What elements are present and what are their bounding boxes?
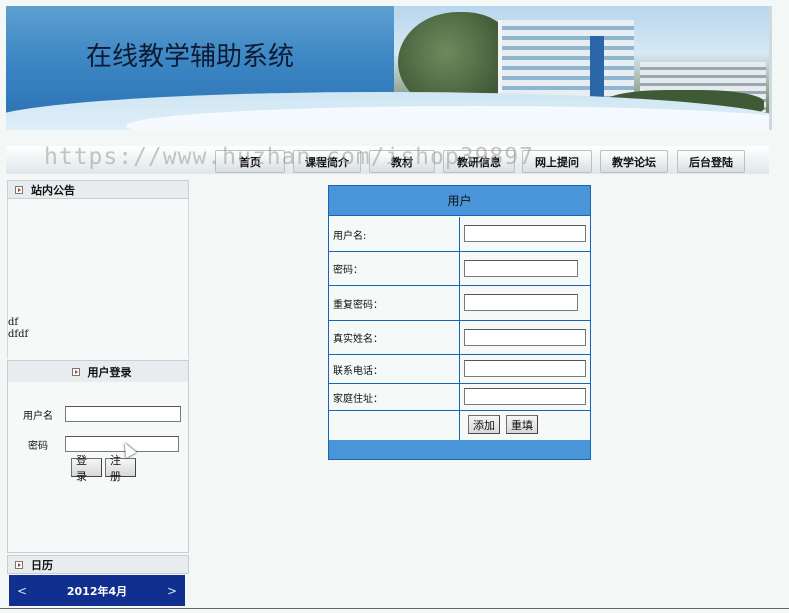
username-field-label: 用户名:	[329, 217, 460, 251]
notice-heading: 站内公告	[31, 183, 75, 197]
form-row-actions: 添加 重填	[329, 411, 590, 440]
form-footer	[329, 440, 590, 459]
calendar-header: 日历	[7, 555, 189, 574]
calendar-heading: 日历	[31, 558, 53, 572]
username-field[interactable]	[464, 225, 586, 242]
notice-header: 站内公告	[7, 180, 189, 199]
form-row-real-name: 真实姓名：	[329, 321, 590, 355]
login-heading: 用户登录	[87, 365, 132, 379]
next-month-button[interactable]: >	[167, 584, 177, 598]
username-input[interactable]	[65, 406, 181, 422]
username-label: 用户名	[23, 411, 53, 422]
arrow-bullet-icon	[15, 560, 23, 569]
address-field-label: 家庭住址：	[329, 384, 460, 410]
form-row-repeat-password: 重复密码：	[329, 286, 590, 321]
repeat-password-field[interactable]	[464, 294, 578, 311]
notice-item[interactable]: dfdf	[8, 329, 28, 340]
prev-month-button[interactable]: <	[17, 584, 27, 598]
notice-list: df dfdf	[7, 199, 189, 359]
notice-item[interactable]: df	[8, 317, 18, 328]
calendar-month-bar: < 2012年4月 >	[9, 575, 185, 606]
form-row-phone: 联系电话：	[329, 355, 590, 384]
user-form: 用户 用户名: 密码： 重复密码： 真实姓名： 联系电话： 家庭住址： 添加 重…	[328, 185, 591, 460]
arrow-bullet-icon	[15, 185, 23, 194]
login-button[interactable]: 登录	[71, 454, 102, 483]
site-title: 在线教学辅助系统	[86, 42, 295, 72]
add-button[interactable]: 添加	[468, 415, 500, 434]
real-name-field[interactable]	[464, 329, 586, 346]
arrow-bullet-icon	[71, 367, 80, 376]
register-button[interactable]: 注册	[105, 454, 136, 483]
password-field[interactable]	[464, 260, 578, 277]
form-row-username: 用户名:	[329, 217, 590, 252]
form-title: 用户	[329, 186, 590, 216]
login-header: 用户登录	[8, 361, 188, 382]
form-row-address: 家庭住址：	[329, 384, 590, 411]
phone-field[interactable]	[464, 360, 586, 377]
login-panel: 用户登录 用户名 密码 登录 注册	[7, 360, 189, 553]
calendar-month: 2012年4月	[66, 584, 128, 598]
real-name-field-label: 真实姓名：	[329, 321, 460, 354]
reset-button[interactable]: 重填	[506, 415, 538, 434]
password-label: 密码	[28, 441, 48, 452]
password-field-label: 密码：	[329, 252, 460, 285]
address-field[interactable]	[464, 388, 586, 405]
watermark-text: https://www.huzhan.com/ishop39897	[44, 144, 534, 170]
nav-item-admin-login[interactable]: 后台登陆	[677, 150, 745, 173]
phone-field-label: 联系电话：	[329, 355, 460, 383]
nav-item-forum[interactable]: 教学论坛	[600, 150, 668, 173]
site-banner: 在线教学辅助系统	[6, 6, 769, 130]
form-row-password: 密码：	[329, 252, 590, 286]
repeat-password-field-label: 重复密码：	[329, 286, 460, 320]
